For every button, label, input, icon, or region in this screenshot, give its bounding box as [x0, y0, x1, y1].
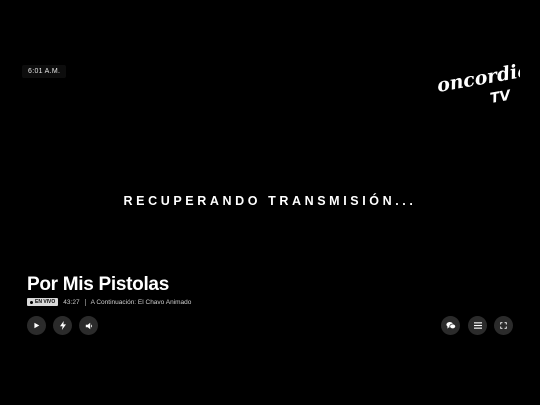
fullscreen-icon — [500, 322, 507, 329]
meta-divider — [84, 298, 86, 306]
live-badge: EN VIVO — [27, 298, 59, 306]
chat-icon — [445, 322, 456, 329]
elapsed-time: 43:27 — [63, 298, 80, 306]
chat-button[interactable] — [441, 316, 460, 335]
live-badge-label: EN VIVO — [35, 299, 56, 305]
lightning-button[interactable] — [53, 316, 72, 335]
menu-button[interactable] — [468, 316, 487, 335]
status-message: RECUPERANDO TRANSMISIÓN... — [123, 194, 417, 208]
logo-tv: TV — [489, 87, 513, 106]
up-next-text: A Continuación: El Chavo Animado — [90, 298, 192, 306]
volume-icon — [85, 322, 92, 329]
concordia-tv-logo: Concordia TV — [436, 59, 520, 107]
program-meta: EN VIVO 43:27 A Continuación: El Chavo A… — [27, 297, 191, 307]
clock-display: 6:01 A.M. — [22, 65, 67, 78]
menu-icon — [473, 322, 482, 329]
fullscreen-button[interactable] — [494, 316, 513, 335]
live-dot-icon — [30, 300, 33, 304]
volume-button[interactable] — [79, 316, 98, 335]
program-title: Por Mis Pistolas — [27, 274, 169, 295]
play-button[interactable] — [27, 316, 46, 335]
lightning-icon — [59, 321, 66, 330]
video-player[interactable]: 6:01 A.M. Concordia TV RECUPERANDO TRANS… — [0, 0, 540, 405]
play-icon — [34, 322, 40, 329]
